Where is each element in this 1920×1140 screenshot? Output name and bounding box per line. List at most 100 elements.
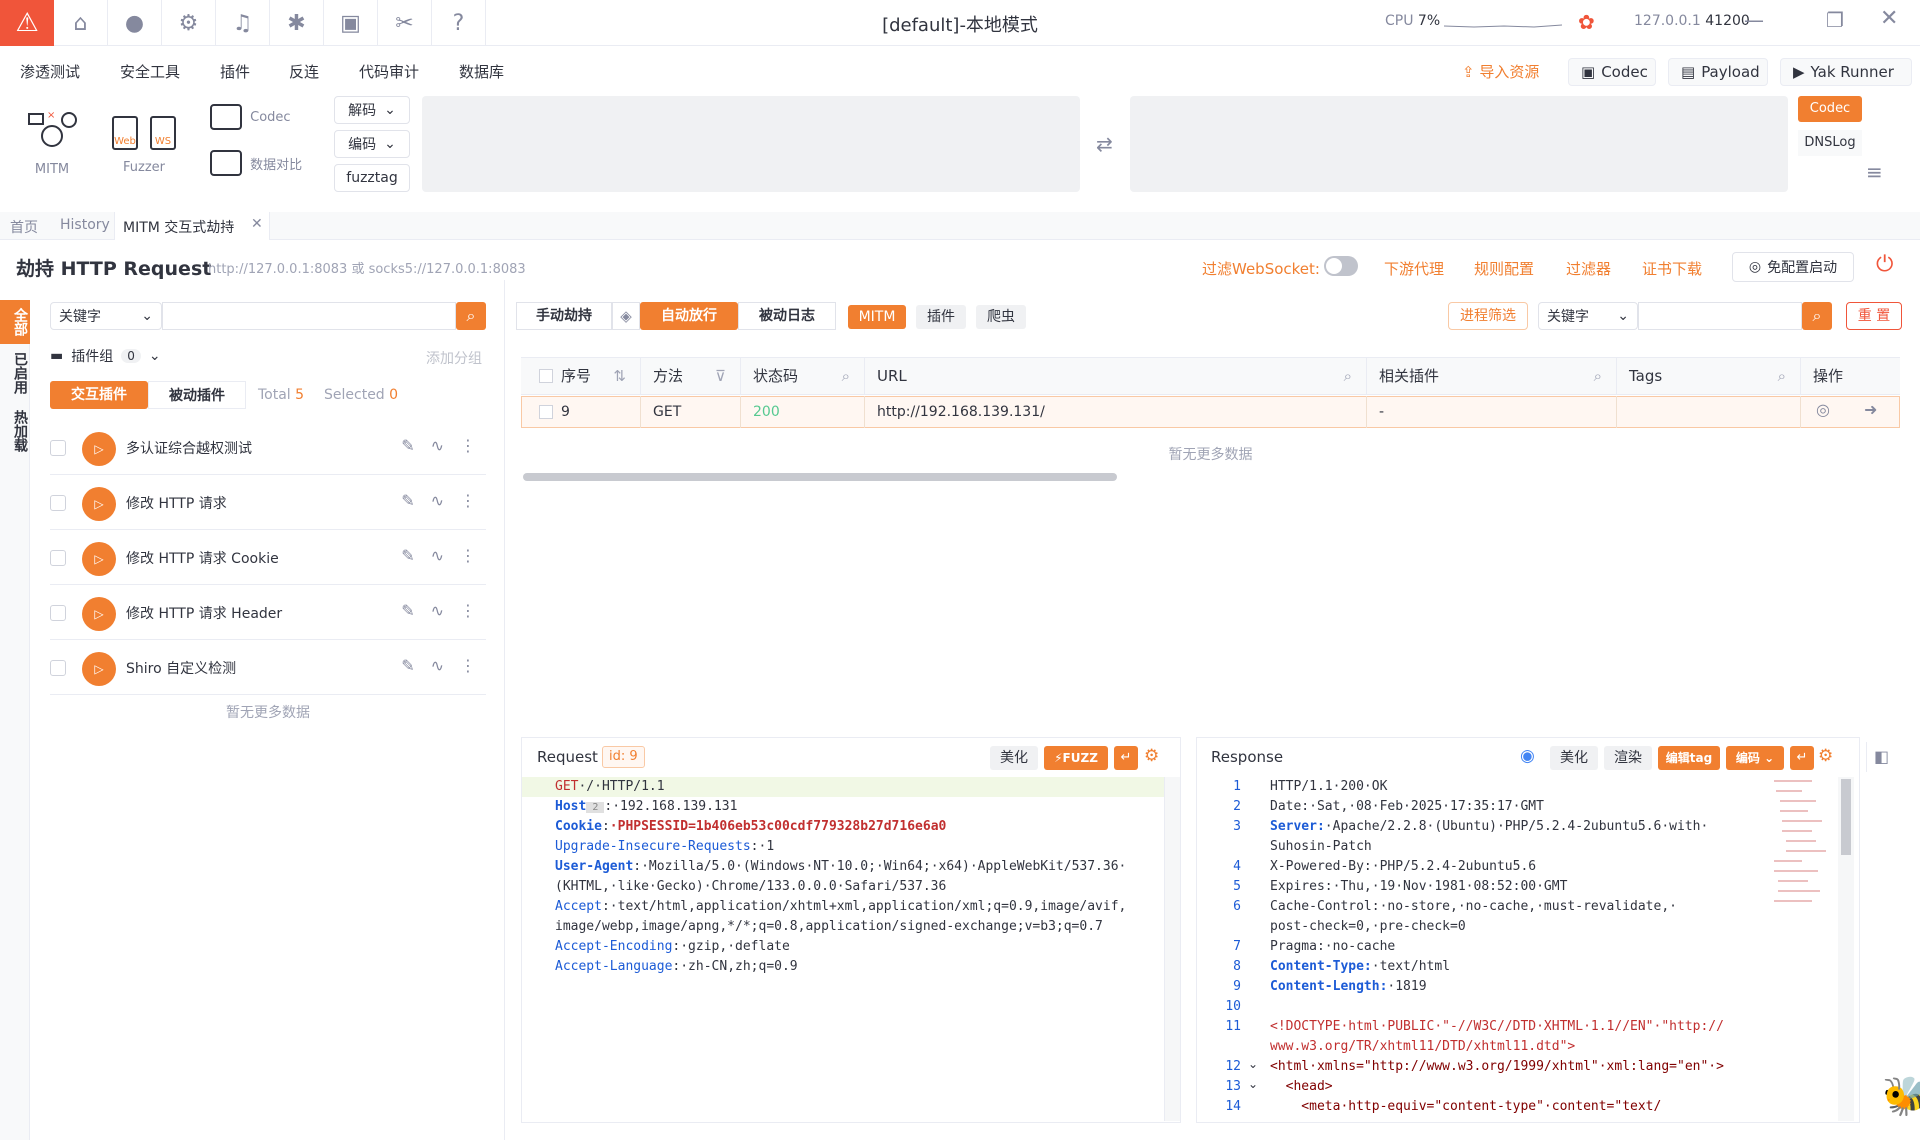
menu-database[interactable]: 数据库 (459, 61, 504, 82)
swap-icon[interactable]: ⇄ (1096, 132, 1113, 156)
panel-toggle-icon[interactable]: ◧ (1866, 742, 1896, 772)
response-encode-button[interactable]: 编码 ⌄ (1726, 746, 1784, 770)
codec-tool[interactable]: Codec (210, 104, 294, 130)
tab-mitm-filter[interactable]: MITM (848, 305, 906, 329)
activity-icon[interactable]: ∿ (431, 601, 444, 620)
request-beautify-button[interactable]: 美化 (990, 746, 1038, 770)
close-icon[interactable]: ✕ (1880, 6, 1898, 31)
filters-link[interactable]: 过滤器 (1566, 258, 1611, 279)
websocket-toggle[interactable] (1324, 256, 1358, 276)
request-editor[interactable]: GET·/·HTTP/1.1 Host 2 :·192.168.139.131 … (555, 777, 1126, 977)
mascot-icon[interactable]: 🐝 (1882, 1074, 1920, 1119)
reset-button[interactable]: 重 置 (1846, 302, 1902, 330)
add-group-button[interactable]: 添加分组 (426, 348, 482, 368)
activity-icon[interactable]: ∿ (431, 491, 444, 510)
encode-select[interactable]: 编码 ⌄ (334, 130, 410, 158)
terminal-icon[interactable]: ▣ (324, 0, 378, 46)
fuzzer-tool[interactable]: Web WS Fuzzer (104, 116, 184, 175)
filter-icon[interactable]: ⊽ (715, 357, 726, 395)
codec-side-tab[interactable]: Codec (1798, 96, 1862, 122)
main-keyword-select[interactable]: 关键字 ⌄ (1538, 302, 1638, 330)
response-minimap[interactable] (1772, 777, 1836, 927)
power-icon[interactable]: ⏻ (1876, 252, 1893, 277)
render-button[interactable]: 渲染 (1604, 746, 1652, 770)
edit-icon[interactable]: ✎ (401, 436, 414, 455)
codec-input-area[interactable] (422, 96, 1080, 192)
col-id[interactable]: 序号 ⇅ (521, 357, 641, 395)
search-icon[interactable]: ⌕ (842, 357, 850, 395)
auto-release-button[interactable]: 自动放行 (640, 302, 738, 330)
warning-logo-icon[interactable]: ⚠ (0, 0, 54, 46)
plugin-checkbox[interactable] (50, 495, 66, 511)
tab-plugins-filter[interactable]: 插件 (916, 305, 966, 329)
sidebar-item-hot-reload[interactable]: 热加载 (0, 402, 30, 460)
avatar-icon[interactable]: ● (108, 0, 162, 46)
edit-icon[interactable]: ✎ (401, 601, 414, 620)
fuzz-button[interactable]: ⚡FUZZ (1044, 746, 1108, 770)
more-icon[interactable]: ⋮ (460, 601, 476, 620)
col-method[interactable]: 方法 ⊽ (641, 357, 741, 395)
cert-download-link[interactable]: 证书下载 (1642, 258, 1702, 279)
menu-pentest[interactable]: 渗透测试 (20, 61, 80, 82)
select-all-checkbox[interactable] (539, 369, 553, 383)
col-tags[interactable]: Tags ⌕ (1617, 357, 1801, 395)
bug-icon[interactable]: ✱ (270, 0, 324, 46)
search-icon[interactable]: ⌕ (456, 302, 486, 330)
list-item[interactable]: ▷ Shiro 自定义检测 ✎ ∿ ⋮ (50, 640, 486, 695)
menu-reverse[interactable]: 反连 (289, 61, 319, 82)
yak-runner-button[interactable]: ▶ Yak Runner (1780, 58, 1912, 86)
mitm-tool[interactable]: × MITM (24, 108, 80, 177)
list-item[interactable]: ▷ 修改 HTTP 请求 Header ✎ ∿ ⋮ (50, 585, 486, 640)
col-status[interactable]: 状态码 ⌕ (741, 357, 865, 395)
no-config-start-button[interactable]: ◎ 免配置启动 (1732, 252, 1854, 282)
more-icon[interactable]: ⋮ (460, 546, 476, 565)
wrap-icon[interactable]: ↵ (1114, 746, 1138, 770)
settings-gear-icon[interactable]: ⚙ (1818, 746, 1833, 766)
activity-icon[interactable]: ∿ (431, 656, 444, 675)
col-url[interactable]: URL ⌕ (865, 357, 1367, 395)
more-icon[interactable]: ⋮ (460, 491, 476, 510)
plugin-checkbox[interactable] (50, 660, 66, 676)
sidebar-item-enabled[interactable]: 已启用 (0, 344, 30, 402)
search-icon[interactable]: ⌕ (1802, 302, 1832, 330)
home-icon[interactable]: ⌂ (54, 0, 108, 46)
plugin-search-input[interactable] (162, 302, 456, 330)
gear-icon[interactable]: ⚙ (162, 0, 216, 46)
search-icon[interactable]: ⌕ (1594, 357, 1602, 395)
restore-icon[interactable]: ❐ (1826, 8, 1844, 32)
plugin-group-selector[interactable]: ▬ 插件组 0 ⌄ (50, 346, 161, 366)
menu-security-tools[interactable]: 安全工具 (120, 61, 180, 82)
tab-home[interactable]: 首页 (10, 217, 38, 237)
sort-icon[interactable]: ⇅ (613, 357, 626, 395)
fold-icon[interactable]: ⌄ (1248, 1057, 1258, 1071)
rules-config-link[interactable]: 规则配置 (1474, 258, 1534, 279)
tab-crawler-filter[interactable]: 爬虫 (976, 305, 1026, 329)
process-filter-button[interactable]: 进程筛选 (1448, 302, 1528, 330)
edit-icon[interactable]: ✎ (401, 491, 414, 510)
settings-gear-icon[interactable]: ⚙ (1144, 746, 1159, 766)
edit-tag-button[interactable]: 编辑tag (1658, 746, 1720, 770)
menu-code-audit[interactable]: 代码审计 (359, 61, 419, 82)
yak-icon[interactable]: ✿ (1578, 10, 1595, 34)
wrap-icon[interactable]: ↵ (1790, 746, 1814, 770)
activity-icon[interactable]: ∿ (431, 546, 444, 565)
main-search-input[interactable] (1638, 302, 1802, 330)
manual-hijack-button[interactable]: 手动劫持 (516, 302, 612, 330)
decode-select[interactable]: 解码 ⌄ (334, 96, 410, 124)
more-icon[interactable]: ⋮ (460, 436, 476, 455)
close-tab-icon[interactable]: ✕ (251, 216, 263, 232)
response-scrollbar[interactable] (1838, 777, 1854, 1121)
edit-icon[interactable]: ✎ (401, 656, 414, 675)
plugin-checkbox[interactable] (50, 440, 66, 456)
list-item[interactable]: ▷ 多认证综合越权测试 ✎ ∿ ⋮ (50, 420, 486, 475)
more-icon[interactable]: ⋮ (460, 656, 476, 675)
sidebar-item-all[interactable]: 全部 (0, 300, 30, 344)
chrome-icon[interactable]: ◎ (1816, 400, 1830, 419)
tools-icon[interactable]: ✂ (378, 0, 432, 46)
passive-log-button[interactable]: 被动日志 (738, 302, 836, 330)
menu-plugins[interactable]: 插件 (220, 61, 250, 82)
codec-top-button[interactable]: ▣ Codec (1568, 58, 1656, 86)
arrow-right-icon[interactable]: ➜ (1864, 400, 1877, 419)
plugin-checkbox[interactable] (50, 550, 66, 566)
fold-icon[interactable]: ⌄ (1248, 1077, 1258, 1091)
